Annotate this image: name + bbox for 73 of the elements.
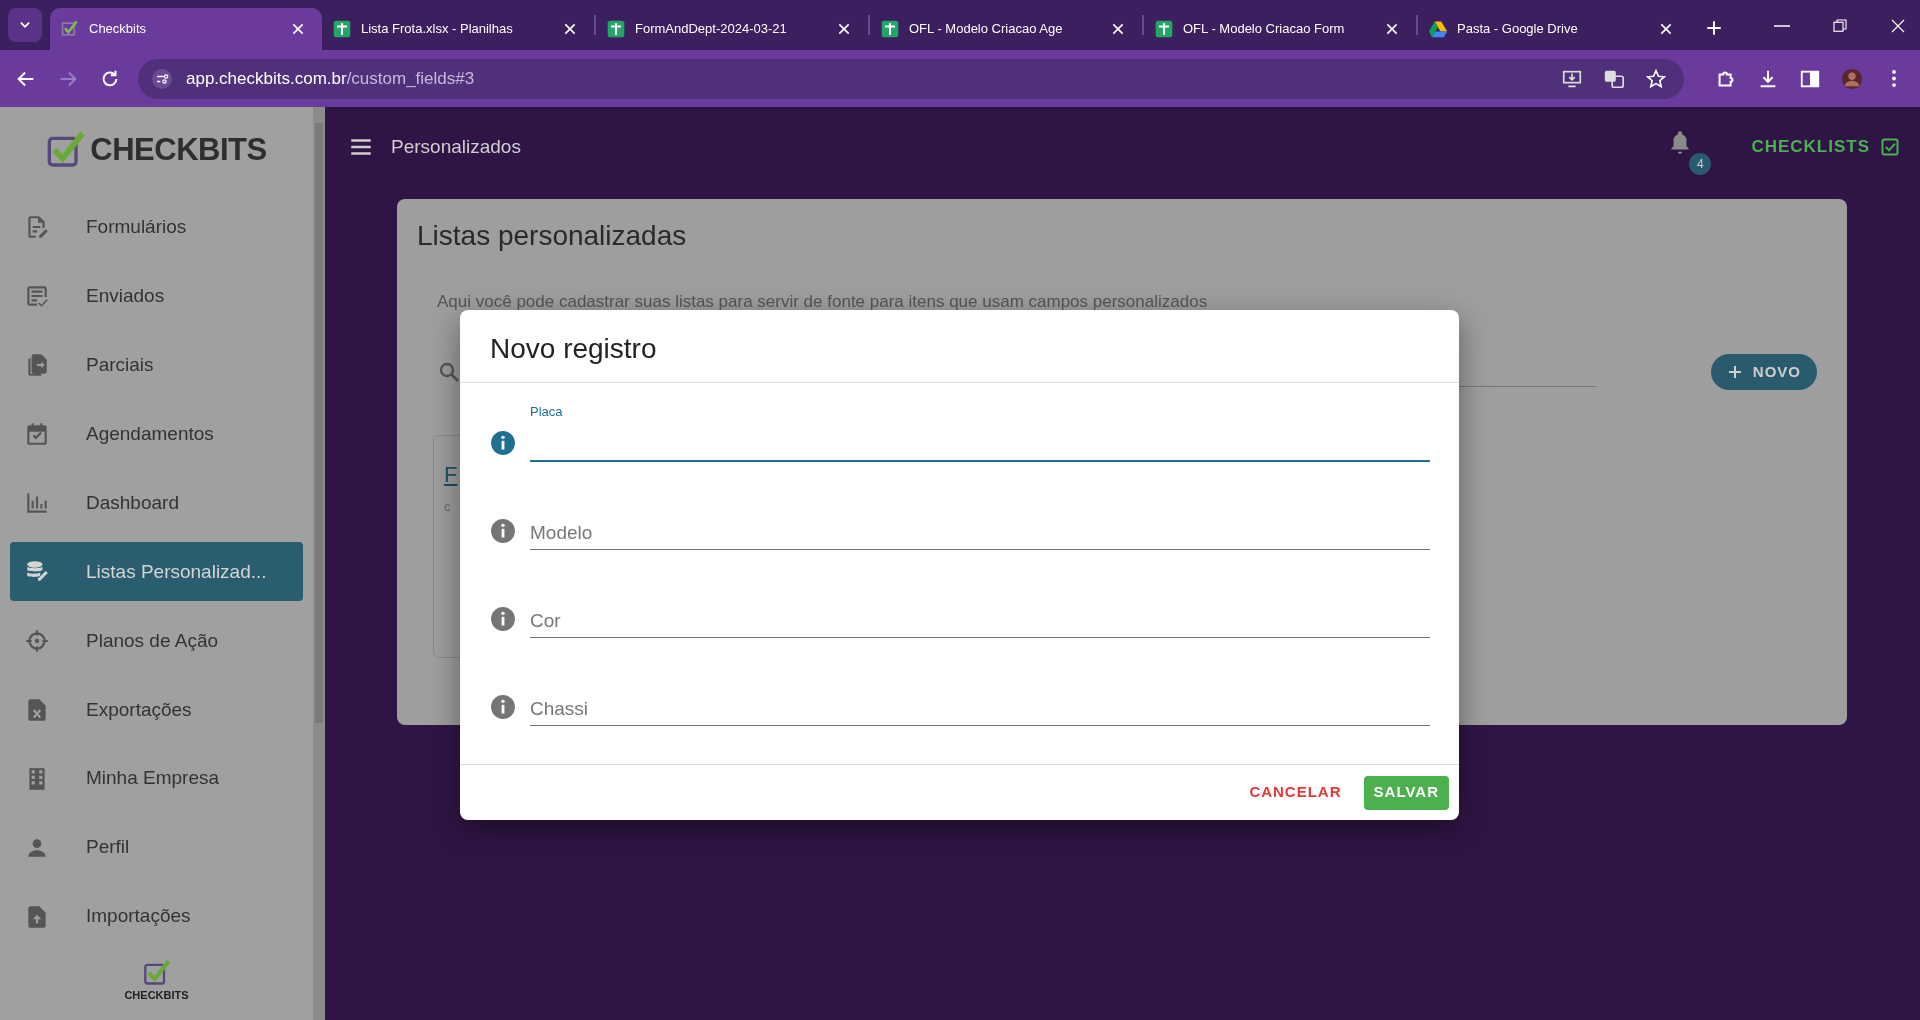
address-bar[interactable]: app.checkbits.com.br/custom_fields#3 [138, 58, 1684, 99]
site-settings-icon[interactable] [152, 68, 172, 89]
sidebar-item[interactable]: Enviados [10, 266, 303, 326]
tab-title: OFL - Modelo Criacao Form [1183, 20, 1346, 39]
more-vertical-icon [1892, 70, 1896, 87]
list-title-link[interactable]: F [444, 462, 458, 488]
close-icon [1889, 17, 1907, 35]
checkmark-logo-icon [46, 129, 87, 170]
sidebar-item[interactable]: Planos de Ação [10, 611, 303, 671]
star-icon [1645, 67, 1667, 90]
checklists-link[interactable]: CHECKLISTS [1751, 134, 1900, 160]
info-icon [490, 430, 516, 456]
browser-tab[interactable]: FormAndDept-2024-03-21 [596, 8, 868, 50]
sidebar-item[interactable]: Agendamentos [10, 404, 303, 464]
spreadsheet-icon [606, 19, 626, 39]
checkmark-box-icon [60, 19, 80, 39]
close-icon [1658, 21, 1674, 37]
info-icon [490, 694, 516, 720]
triangle-logo-icon [1428, 19, 1448, 39]
info-icon [490, 606, 516, 632]
tab-search-button[interactable] [8, 8, 42, 42]
spreadsheet-icon [332, 19, 352, 39]
plus-icon [1705, 19, 1723, 37]
spreadsheet-icon [880, 19, 900, 39]
sidebar-item[interactable]: Perfil [10, 818, 303, 878]
tab-title: Pasta - Google Drive [1457, 20, 1579, 39]
checkmark-logo-icon [142, 959, 171, 988]
close-icon [836, 21, 852, 37]
calendar-icon [24, 420, 50, 447]
sidebar-item[interactable]: Exportações [10, 680, 303, 740]
description-text: Aqui você pode cadastrar suas listas para servir de fonte para itens que usam campos personalizados [437, 290, 1209, 313]
page-title: Personalizados [391, 134, 521, 159]
close-icon [1384, 21, 1400, 37]
card-title: Listas personalizadas [417, 219, 688, 253]
input-field[interactable]: Modelo [530, 517, 1430, 550]
crosshair-icon [24, 627, 50, 654]
scrollbar[interactable] [313, 107, 325, 1020]
sidebar-item[interactable]: Formulários [10, 197, 303, 257]
checkbox-icon [1880, 137, 1900, 157]
browser-tab[interactable]: Pasta - Google Drive [1418, 8, 1690, 50]
input-field[interactable]: Placa [530, 401, 1430, 462]
close-icon [290, 21, 306, 37]
tab-title: Lista Frota.xlsx - Planilhas [361, 20, 514, 39]
avatar-icon [1841, 67, 1863, 90]
plus-icon [1726, 364, 1743, 381]
save-button[interactable]: SALVAR [1363, 775, 1449, 810]
browser-tab[interactable]: Lista Frota.xlsx - Planilhas [322, 8, 594, 50]
input-field[interactable]: Chassi [530, 693, 1430, 726]
sidebar-item[interactable]: Parciais [10, 335, 303, 395]
logo-text: CHECKBITS [90, 130, 267, 169]
tab-title: OFL - Modelo Criacao Age [909, 20, 1064, 39]
close-icon [1110, 21, 1126, 37]
tab-title: Checkbits [89, 20, 148, 39]
info-icon [490, 518, 516, 544]
input-field[interactable]: Cor [530, 605, 1430, 638]
sidebar-item[interactable]: Importações [10, 887, 303, 947]
notification-count: 4 [1689, 153, 1712, 175]
browser-tab[interactable]: OFL - Modelo Criacao Age [870, 8, 1142, 50]
browser-tab[interactable]: OFL - Modelo Criacao Form [1144, 8, 1416, 50]
minimize-icon [1774, 25, 1790, 27]
sidebar-item[interactable]: Dashboard [10, 473, 303, 533]
new-button[interactable]: NOVO [1710, 354, 1817, 391]
sidebar-item[interactable]: Listas Personalizad... [10, 542, 303, 602]
restore-icon [1831, 17, 1849, 35]
browser-tab[interactable]: Checkbits [50, 8, 322, 50]
sidebar-item[interactable]: Minha Empresa [10, 749, 303, 809]
dialog-title: Novo registro [460, 310, 1459, 383]
close-icon [562, 21, 578, 37]
cancel-button[interactable]: CANCELAR [1239, 775, 1352, 810]
logo-text: CHECKBITS [124, 988, 189, 1004]
tab-title: FormAndDept-2024-03-21 [635, 20, 788, 39]
url-text: app.checkbits.com.br/custom_fields#3 [186, 67, 475, 90]
spreadsheet-icon [1154, 19, 1174, 39]
